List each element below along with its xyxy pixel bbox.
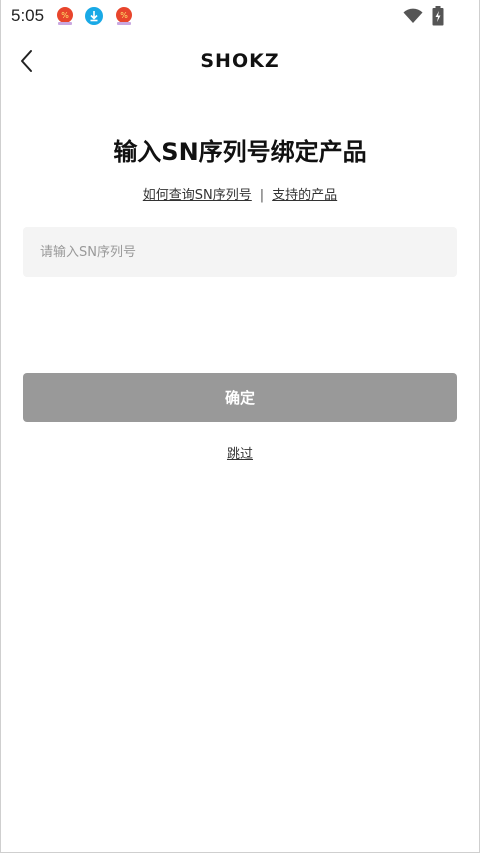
skip-link[interactable]: 跳过 bbox=[227, 447, 253, 462]
page-title: 输入SN序列号绑定产品 bbox=[113, 138, 367, 166]
shokz-logo: SHOKZ bbox=[200, 50, 280, 72]
svg-text:%: % bbox=[120, 11, 128, 20]
wifi-icon bbox=[403, 8, 423, 23]
sn-input[interactable] bbox=[23, 227, 457, 277]
svg-text:%: % bbox=[61, 11, 69, 20]
link-separator: | bbox=[259, 188, 265, 203]
supported-products-link[interactable]: 支持的产品 bbox=[272, 188, 337, 203]
how-to-find-sn-link[interactable]: 如何查询SN序列号 bbox=[143, 188, 252, 203]
download-icon bbox=[85, 7, 103, 25]
screen-frame bbox=[0, 0, 480, 853]
battery-charging-icon bbox=[432, 6, 444, 26]
chevron-left-icon[interactable] bbox=[16, 48, 40, 74]
confirm-button[interactable]: 确定 bbox=[23, 373, 457, 422]
help-links: 如何查询SN序列号 | 支持的产品 bbox=[0, 184, 480, 203]
app-badge-icon: % bbox=[116, 7, 132, 25]
status-time: 5:05 bbox=[11, 6, 45, 25]
skip-container: 跳过 bbox=[0, 443, 480, 462]
app-badge-icon: % bbox=[57, 7, 73, 25]
status-bar: 5:05 % % bbox=[0, 0, 480, 32]
